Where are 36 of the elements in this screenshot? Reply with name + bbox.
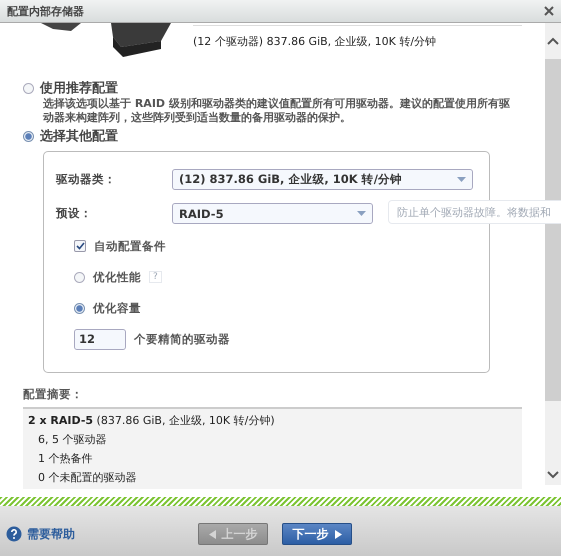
radio-button[interactable] [23, 130, 34, 142]
scroll-down-icon[interactable] [547, 471, 559, 479]
scroll-up-icon[interactable] [547, 37, 559, 45]
preset-dropdown[interactable]: RAID-5 [172, 203, 373, 224]
radio-button[interactable] [74, 272, 85, 282]
drive-class-dropdown[interactable]: (12) 837.86 GiB, 企业级, 10K 转/分钟 [172, 169, 473, 190]
caret-icon [457, 177, 466, 182]
help-link[interactable]: 需要帮助 [27, 526, 75, 542]
option-label: 选择其他配置 [40, 128, 118, 145]
radio-label: 优化容量 [93, 300, 141, 316]
right-arrow-icon [334, 530, 342, 538]
help-icon[interactable] [6, 526, 22, 542]
summary-line: 1 个热备件 [38, 451, 94, 466]
option-description: 选择该选项以基于 RAID 级别和驱动器类的建议值配置所有可用驱动器。建议的配置使用所有驱动器来构建阵列，这些阵列受到适当数量的备用驱动器的保护。 [43, 97, 511, 125]
summary-line: 6, 5 个驱动器 [38, 432, 108, 447]
window-title: 配置内部存储器 [7, 4, 84, 18]
option-label: 使用推荐配置 [40, 80, 118, 97]
summary-line: 0 个未配置的驱动器 [38, 470, 138, 485]
checkbox[interactable] [74, 240, 86, 252]
tooltip: 防止单个驱动器故障。将数据和 [388, 200, 561, 224]
field-label: 驱动器类： [56, 172, 117, 187]
summary-title: 配置摘要： [23, 387, 84, 402]
next-button[interactable]: 下一步 [282, 523, 352, 545]
field-label: 个要精简的驱动器 [134, 332, 230, 346]
drive-description: (12 个驱动器) 837.86 GiB, 企业级, 10K 转/分钟 [193, 34, 438, 49]
summary-headline: 2 x RAID-5 (837.86 GiB, 企业级, 10K 转/分钟) [28, 413, 276, 428]
close-icon[interactable] [544, 6, 554, 16]
radio-label: 优化性能 [93, 270, 141, 284]
field-label: 预设： [56, 206, 93, 221]
caret-icon [357, 211, 366, 216]
checkbox-label: 自动配置备件 [94, 238, 166, 254]
radio-button[interactable] [74, 302, 85, 314]
help-badge[interactable]: ? [149, 271, 162, 283]
left-arrow-icon [208, 530, 216, 538]
drive-count-field[interactable]: 12 [74, 328, 126, 350]
radio-button[interactable] [23, 82, 34, 94]
